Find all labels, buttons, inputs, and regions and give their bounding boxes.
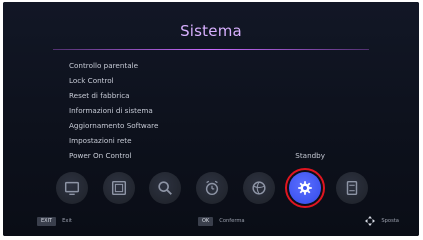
- timer-category-button[interactable]: [195, 172, 228, 204]
- tv-screen-frame: Sistema Controllo parentale Lock Control…: [3, 2, 419, 236]
- picture-icon: [111, 180, 126, 196]
- ok-hint: OK Conferma: [198, 214, 245, 228]
- system-category-button[interactable]: [285, 168, 326, 208]
- menu-item-value: [325, 103, 339, 118]
- exit-key-badge: EXIT: [37, 216, 57, 226]
- footer-hints: EXIT Exit OK Conferma Sposta: [23, 214, 399, 228]
- tv-icon: [64, 181, 80, 196]
- arrows-move-icon: [365, 216, 376, 226]
- menu-item-value: Standby: [295, 151, 325, 160]
- menu-item-value: [325, 88, 339, 103]
- menu-item-value: [325, 58, 339, 73]
- move-hint-label: Sposta: [381, 218, 399, 224]
- menu-item-label: Aggiornamento Software: [69, 121, 159, 130]
- search-icon: [158, 181, 173, 195]
- exit-hint: EXIT Exit: [37, 214, 72, 228]
- move-hint: Sposta: [365, 214, 399, 228]
- storage-icon: [346, 180, 358, 196]
- menu-item-label: Controllo parentale: [69, 61, 139, 70]
- menu-item-system-info[interactable]: Informazioni di sistema: [69, 103, 339, 118]
- osd-screen: Sistema Controllo parentale Lock Control…: [3, 2, 419, 236]
- menu-item-lock-control[interactable]: Lock Control: [69, 73, 339, 88]
- storage-category-button[interactable]: [335, 172, 368, 204]
- menu-item-software-update[interactable]: Aggiornamento Software: [69, 118, 339, 133]
- menu-item-label: Impostazioni rete: [69, 136, 132, 145]
- title-divider: [53, 49, 369, 50]
- system-menu: Controllo parentale Lock Control Reset d…: [69, 58, 339, 163]
- menu-item-label: Lock Control: [69, 76, 114, 85]
- ok-key-badge: OK: [198, 216, 214, 226]
- menu-item-value: [325, 73, 339, 88]
- selection-highlight-ring: [285, 168, 326, 208]
- page-title: Sistema: [180, 22, 242, 40]
- menu-item-label: Informazioni di sistema: [69, 106, 153, 115]
- exit-hint-label: Exit: [62, 218, 72, 224]
- search-category-button[interactable]: [149, 172, 182, 204]
- clock-icon: [205, 180, 219, 196]
- menu-item-network-settings[interactable]: Impostazioni rete: [69, 133, 339, 148]
- tv-category-button[interactable]: [56, 172, 88, 204]
- picture-category-button[interactable]: [102, 172, 135, 204]
- globe-icon: [252, 181, 266, 195]
- category-icon-bar: [56, 168, 368, 208]
- ok-hint-label: Conferma: [219, 218, 245, 224]
- network-category-button[interactable]: [242, 172, 275, 204]
- menu-item-power-on-control[interactable]: Power On Control Standby: [69, 148, 339, 163]
- menu-item-value: [325, 118, 339, 133]
- menu-item-label: Power On Control: [69, 151, 132, 160]
- menu-item-parental-control[interactable]: Controllo parentale: [69, 58, 339, 73]
- menu-item-label: Reset di fabbrica: [69, 91, 130, 100]
- menu-item-factory-reset[interactable]: Reset di fabbrica: [69, 88, 339, 103]
- menu-item-value: [325, 133, 339, 148]
